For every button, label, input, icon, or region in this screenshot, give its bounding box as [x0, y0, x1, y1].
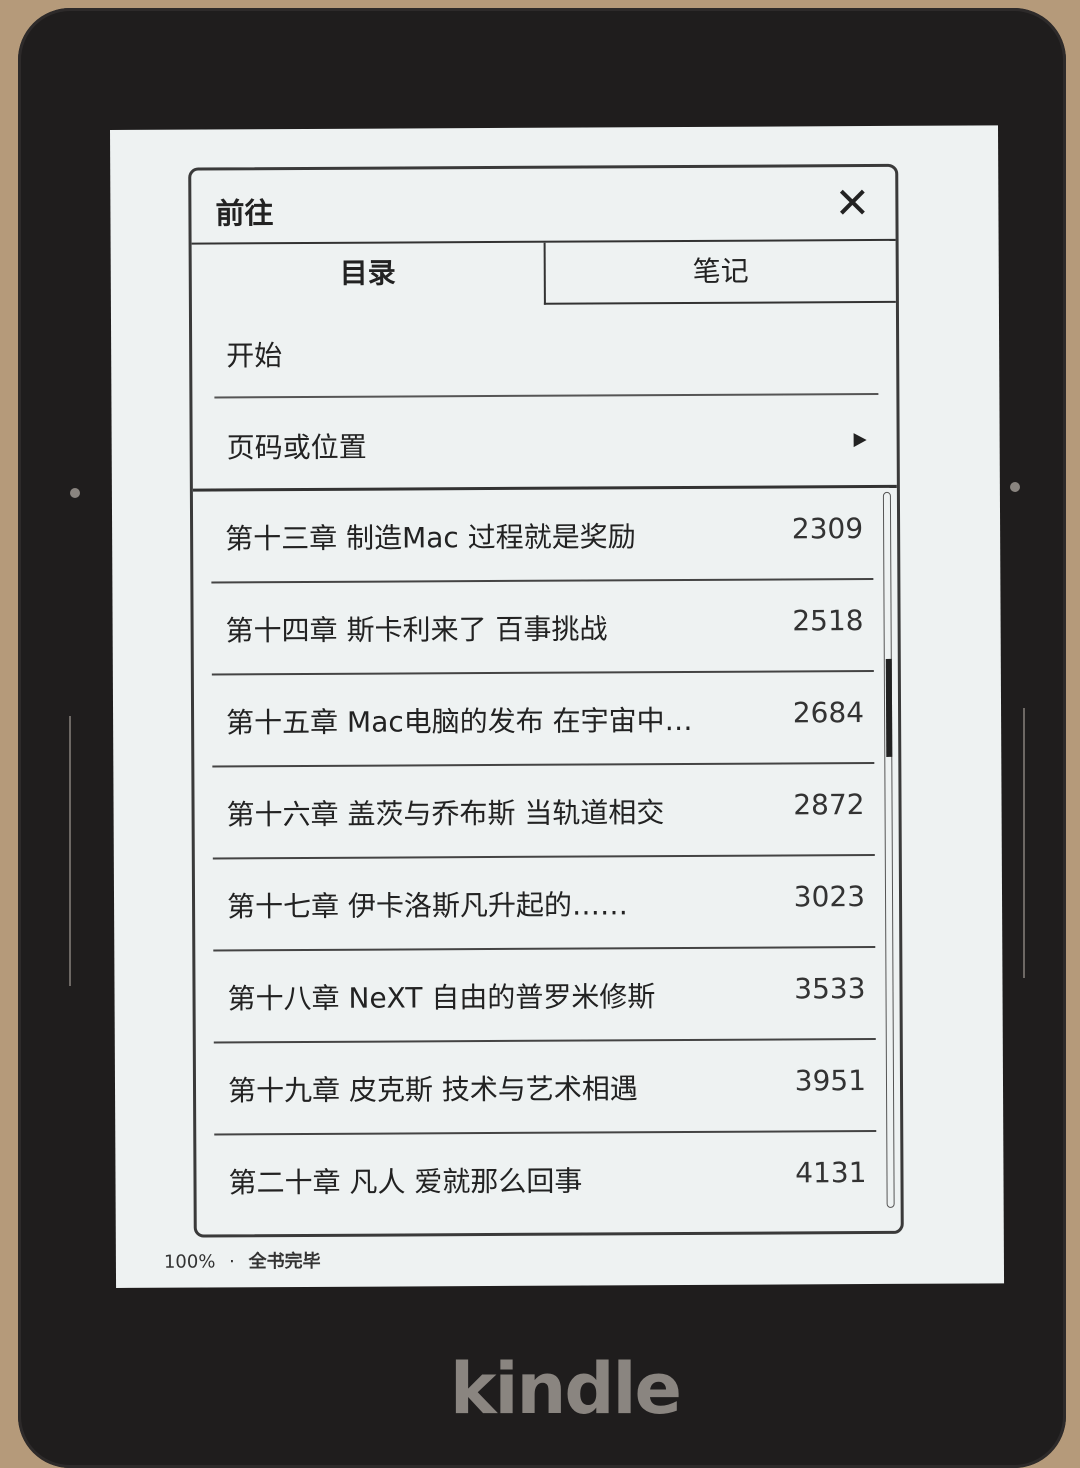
left-sensor-dot	[70, 488, 80, 498]
dialog-title: 前往	[215, 196, 274, 231]
toc-list: 第十三章 制造Mac 过程就是奖励 2309 第十四章 斯卡利来了 百事挑战 2…	[210, 488, 877, 1225]
toc-row[interactable]: 第二十章 凡人 爱就那么回事 4131	[214, 1132, 876, 1225]
toc-row[interactable]: 第十四章 斯卡利来了 百事挑战 2518	[211, 580, 874, 676]
menu-item-start-label: 开始	[226, 339, 283, 373]
menu-item-start[interactable]: 开始	[213, 302, 879, 399]
goto-dialog: 前往 目录 笔记 开始 页码或位置 第十三章 制造Mac 过程就是奖励 2309	[188, 163, 904, 1238]
toc-row-title: 第十五章 Mac电脑的发布 在宇宙中…	[226, 703, 693, 740]
chevron-right-icon	[853, 433, 867, 448]
toc-row[interactable]: 第十九章 皮克斯 技术与艺术相遇 3951	[213, 1040, 877, 1136]
toc-row-title: 第十六章 盖茨与乔布斯 当轨道相交	[226, 796, 665, 832]
footer-separator: ·	[229, 1251, 235, 1273]
tab-bar: 目录 笔记	[192, 240, 896, 307]
tab-notes[interactable]: 笔记	[543, 240, 896, 305]
toc-row-location: 2872	[793, 788, 865, 822]
toc-row[interactable]: 第十七章 伊卡洛斯凡升起的…… 3023	[212, 856, 876, 952]
scrollbar-thumb[interactable]	[885, 658, 893, 757]
toc-row[interactable]: 第十八章 NeXT 自由的普罗米修斯 3533	[213, 948, 876, 1044]
toc-row-location: 3533	[794, 972, 866, 1006]
toc-row-title: 第二十章 凡人 爱就那么回事	[228, 1164, 583, 1200]
right-page-turn-marker	[1023, 708, 1025, 978]
close-icon[interactable]	[831, 181, 873, 223]
toc-row-title: 第十八章 NeXT 自由的普罗米修斯	[227, 980, 656, 1016]
toc-row-location: 2309	[791, 512, 864, 546]
reading-progress-footer: 100% · 全书完毕	[164, 1247, 321, 1274]
toc-row-location: 3023	[793, 880, 866, 914]
left-page-turn-marker	[69, 716, 71, 986]
right-sensor-dot	[1010, 482, 1020, 492]
toc-row-location: 2518	[792, 604, 864, 638]
tab-contents[interactable]: 目录	[192, 243, 544, 307]
toc-scrollbar[interactable]	[882, 491, 895, 1208]
menu-item-page-or-location-label: 页码或位置	[226, 430, 367, 465]
menu-item-page-or-location[interactable]: 页码或位置	[214, 395, 878, 488]
toc-row-title: 第十四章 斯卡利来了 百事挑战	[225, 612, 608, 648]
toc-row-title: 第十七章 伊卡洛斯凡升起的……	[226, 888, 629, 924]
toc-row[interactable]: 第十六章 盖茨与乔布斯 当轨道相交 2872	[212, 764, 875, 860]
kindle-logo: kindle	[450, 1348, 682, 1430]
book-finished-status: 全书完毕	[248, 1250, 321, 1273]
dialog-header: 前往	[191, 166, 896, 245]
toc-row[interactable]: 第十三章 制造Mac 过程就是奖励 2309	[210, 488, 874, 584]
toc-row[interactable]: 第十五章 Mac电脑的发布 在宇宙中… 2684	[211, 672, 875, 768]
toc-row-title: 第十三章 制造Mac 过程就是奖励	[225, 520, 636, 556]
progress-percent: 100%	[163, 1251, 216, 1273]
table-of-contents: 第十三章 制造Mac 过程就是奖励 2309 第十四章 斯卡利来了 百事挑战 2…	[193, 488, 901, 1218]
eink-screen: 前往 目录 笔记 开始 页码或位置 第十三章 制造Mac 过程就是奖励 2309	[110, 125, 1005, 1288]
toc-row-title: 第十九章 皮克斯 技术与艺术相遇	[227, 1072, 638, 1108]
toc-row-location: 4131	[795, 1156, 867, 1190]
toc-row-location: 3951	[794, 1064, 867, 1098]
toc-row-location: 2684	[792, 696, 865, 730]
